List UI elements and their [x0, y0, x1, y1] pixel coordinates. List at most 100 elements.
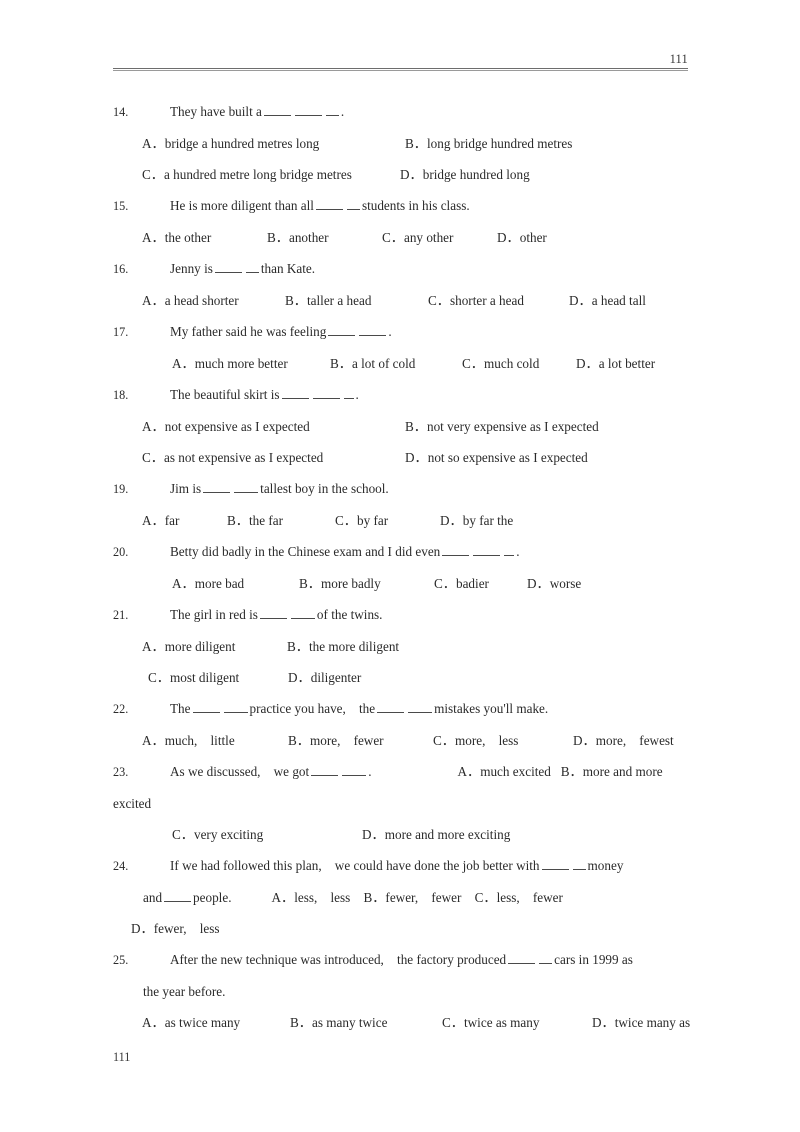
answer-option[interactable]: D．twice many as: [592, 1007, 690, 1038]
answer-blank: [328, 324, 356, 336]
answer-option[interactable]: C．badier: [434, 568, 527, 599]
answer-option[interactable]: B．as many twice: [290, 1007, 442, 1038]
question-text: The girl in red is of the twins.: [170, 607, 383, 622]
answer-option[interactable]: B．more badly: [299, 568, 434, 599]
answer-option[interactable]: D．a lot better: [576, 348, 655, 379]
answer-option[interactable]: C．most diligent: [148, 662, 288, 693]
answer-option[interactable]: B．not very expensive as I expected: [405, 411, 599, 442]
answer-option[interactable]: A．much more better: [172, 348, 330, 379]
option-text: twice many as: [614, 1015, 691, 1030]
answer-option[interactable]: D．a head tall: [569, 285, 646, 316]
answer-option[interactable]: D．more and more exciting: [362, 819, 510, 850]
answer-blank: [234, 481, 259, 493]
question-stem: 19. Jim is tallest boy in the school.: [113, 473, 688, 505]
question-number: 15.: [113, 199, 129, 213]
question-stem: 17. My father said he was feeling.: [113, 316, 688, 348]
answer-option[interactable]: D．more, fewest: [573, 725, 674, 756]
answer-blank: [245, 261, 259, 273]
option-label: C．: [462, 356, 484, 371]
answer-option[interactable]: A．as twice many: [142, 1007, 290, 1038]
answer-blank: [342, 764, 367, 776]
option-text: badier: [455, 576, 489, 591]
option-label: A．: [142, 733, 165, 748]
option-text: a hundred metre long bridge metres: [163, 167, 352, 182]
question-stem: 23. As we discussed, we got. A．much excite…: [113, 756, 688, 788]
option-label: B．: [405, 136, 427, 151]
answer-blank: [508, 952, 536, 964]
option-text: more, fewest: [595, 733, 674, 748]
answer-option[interactable]: D．other: [497, 222, 547, 253]
question-text: He is more diligent than all students in …: [170, 198, 470, 213]
option-text: long bridge hundred metres: [426, 136, 573, 151]
answer-blank: [281, 387, 309, 399]
answer-option[interactable]: B．another: [267, 222, 382, 253]
answer-option[interactable]: A．not expensive as I expected: [142, 411, 405, 442]
answer-option[interactable]: D．fewer, less: [131, 913, 219, 944]
footer-page-number: 111: [113, 1050, 131, 1064]
header-divider: [113, 68, 688, 71]
answer-option[interactable]: D．bridge hundred long: [400, 159, 530, 190]
option-text: more badly: [320, 576, 381, 591]
answer-option[interactable]: B．taller a head: [285, 285, 428, 316]
header-page-number: 111: [669, 52, 688, 66]
answer-blank: [294, 104, 322, 116]
question-number: 23.: [113, 765, 129, 779]
option-label: B．: [267, 230, 289, 245]
answer-option[interactable]: C．very exciting: [172, 819, 362, 850]
question-item: 15. He is more diligent than all students …: [113, 190, 688, 253]
option-label: C．: [442, 1015, 464, 1030]
answer-option[interactable]: A．the other: [142, 222, 267, 253]
answer-blank: [214, 261, 242, 273]
question-number: 25.: [113, 953, 129, 967]
answer-option[interactable]: C．more, less: [433, 725, 573, 756]
answer-option[interactable]: A．a head shorter: [142, 285, 285, 316]
option-text: not expensive as I expected: [164, 419, 310, 434]
option-text: diligenter: [310, 670, 362, 685]
option-text: as not expensive as I expected: [163, 450, 324, 465]
option-label: B．: [285, 293, 307, 308]
answer-option[interactable]: A．bridge a hundred metres long: [142, 128, 405, 159]
answer-option[interactable]: C．a hundred metre long bridge metres: [142, 159, 400, 190]
option-label: D．: [576, 356, 599, 371]
answer-option[interactable]: D．by far the: [440, 505, 513, 536]
option-text: much, little: [164, 733, 235, 748]
answer-option[interactable]: D．diligenter: [288, 662, 361, 693]
option-text: more diligent: [164, 639, 236, 654]
answer-option[interactable]: C．as not expensive as I expected: [142, 442, 405, 473]
option-text: very exciting: [193, 827, 264, 842]
option-text: taller a head: [306, 293, 372, 308]
answer-blank: [504, 544, 515, 556]
answer-option[interactable]: C．much cold: [462, 348, 576, 379]
question-number: 22.: [113, 702, 129, 716]
answer-option[interactable]: C．twice as many: [442, 1007, 592, 1038]
answer-option[interactable]: D．worse: [527, 568, 581, 599]
answer-option[interactable]: C．shorter a head: [428, 285, 569, 316]
answer-blank: [263, 104, 291, 116]
answer-blank: [408, 701, 433, 713]
option-text: most diligent: [169, 670, 240, 685]
answer-option[interactable]: C．by far: [335, 505, 440, 536]
option-label: D．: [440, 513, 463, 528]
option-row: A．as twice many B．as many twice C．twice as…: [113, 1007, 690, 1038]
option-text: other: [519, 230, 547, 245]
question-item: 16. Jenny is than Kate. A．a head shorter B．t…: [113, 253, 688, 316]
answer-option[interactable]: B．the more diligent: [287, 631, 399, 662]
option-label: A．: [172, 576, 195, 591]
answer-blank: [377, 701, 405, 713]
answer-option[interactable]: B．a lot of cold: [330, 348, 462, 379]
option-label: A．: [142, 136, 165, 151]
option-label: C．: [433, 733, 455, 748]
answer-option[interactable]: A．far: [142, 505, 227, 536]
answer-option[interactable]: A．more bad: [172, 568, 299, 599]
answer-option[interactable]: A．more diligent: [142, 631, 287, 662]
answer-option[interactable]: B．more, fewer: [288, 725, 433, 756]
answer-option[interactable]: A．much, little: [142, 725, 288, 756]
answer-option[interactable]: D．not so expensive as I expected: [405, 442, 588, 473]
answer-option[interactable]: C．any other: [382, 222, 497, 253]
question-stem: 20. Betty did badly in the Chinese exam a…: [113, 536, 688, 568]
answer-option[interactable]: B．the far: [227, 505, 335, 536]
question-number: 19.: [113, 482, 129, 496]
answer-option[interactable]: B．long bridge hundred metres: [405, 128, 572, 159]
option-row: C．as not expensive as I expected D．not so…: [113, 442, 688, 473]
answer-blank: [541, 858, 569, 870]
